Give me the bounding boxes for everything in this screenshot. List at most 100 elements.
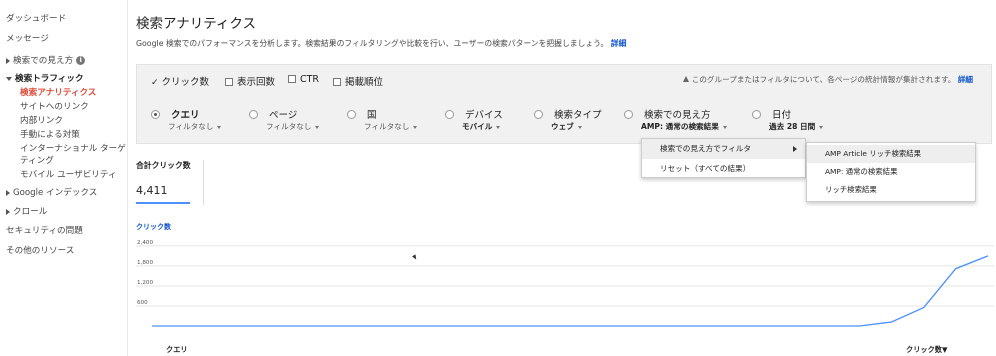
caret-down-icon [413,125,418,129]
checkbox-box [225,78,233,86]
dimension-page[interactable]: ページ フィルタなし [249,103,320,131]
sidebar-item-search-analytics[interactable]: 検索アナリティクス [20,86,96,98]
submenu-item-amp-normal[interactable]: AMP: 通常の検索結果 [807,163,975,181]
dropdown-value: 過去 28 日間 [769,122,816,131]
table-header-clicks[interactable]: クリック数▼ [906,345,947,355]
menu-item-reset[interactable]: リセット（すべての結果） [642,159,805,179]
caret-down-icon [819,125,824,129]
dropdown-value: フィルタなし [364,122,410,131]
clicks-line-chart: 2,400 1,800 1,200 600 [136,240,994,327]
sidebar-item-intl-targeting[interactable]: インターナショナル ターゲ [20,142,126,154]
sidebar-item-intl-targeting-cont[interactable]: ティング [20,154,54,166]
info-icon[interactable]: i [76,56,86,65]
dimension-filter-dropdown[interactable]: フィルタなし [266,121,320,132]
menu-item-label: リセット（すべての結果） [660,164,751,173]
dropdown-value: ウェブ [551,122,574,131]
dimension-label: ページ [269,110,298,121]
sidebar-item-manual-actions[interactable]: 手動による対策 [20,128,80,140]
dimension-filter-dropdown[interactable]: 過去 28 日間 [769,121,824,132]
dimension-search-type[interactable]: 検索タイプ ウェブ [534,103,602,131]
caret-down-icon [217,125,222,129]
caret-down-icon [315,125,320,129]
dropdown-value: フィルタなし [168,122,214,131]
page-title: 検索アナリティクス [136,16,257,32]
dimension-query[interactable]: クエリ フィルタなし [151,103,222,131]
y-tick-label: 600 [137,300,148,306]
sidebar-item-label: Google インデックス [13,188,98,198]
checkbox-box [288,75,296,83]
dimension-date[interactable]: 日付 過去 28 日間 [752,103,824,131]
sidebar-item-search-traffic[interactable]: 検索トラフィック [6,72,84,84]
sidebar-item-mobile-usability[interactable]: モバイル ユーザビリティ [20,168,117,180]
checkbox-box [333,78,341,86]
chart-series-label: クリック数 [136,223,171,231]
dimension-filter-dropdown[interactable]: フィルタなし [168,121,222,132]
total-clicks-value: 4,411 [136,184,168,197]
sidebar-item-dashboard[interactable]: ダッシュボード [6,12,66,24]
caret-down-icon [722,125,727,129]
radio-button[interactable] [249,110,258,119]
clicks-checkbox[interactable]: ✓ クリック数 [151,74,209,88]
dimension-filter-dropdown[interactable]: フィルタなし [364,121,418,132]
sidebar-item-label: クロール [13,207,48,217]
sidebar-item-crawl[interactable]: クロール [6,205,47,217]
radio-button[interactable] [445,110,454,119]
sidebar: ダッシュボード メッセージ 検索での見え方 i 検索トラフィック 検索アナリティク… [0,0,128,356]
details-link[interactable]: 詳細 [611,39,627,48]
menu-item-filter-by-appearance[interactable]: 検索での見え方でフィルタ [642,139,805,159]
notice-text: このグループまたはフィルタについて、各ページの統計情報が集計されます。 [691,75,956,84]
dimension-country[interactable]: 国 フィルタなし [347,103,418,131]
sidebar-item-other-resources[interactable]: その他のリソース [6,244,74,256]
dimension-label: 検索タイプ [554,110,602,121]
dimension-filter-dropdown[interactable]: モバイル [462,121,501,132]
sidebar-item-label: 検索トラフィック [15,74,84,84]
dimension-label: クエリ [171,110,200,121]
radio-button[interactable] [151,110,160,119]
y-tick-label: 1,800 [137,260,153,266]
table-header-query[interactable]: クエリ [166,345,188,355]
notice-details-link[interactable]: 詳細 [958,75,973,84]
impressions-checkbox[interactable]: 表示回数 [225,74,275,88]
page-description: Google 検索でのパフォーマンスを分析します。検索結果のフィルタリングや比較… [136,38,626,49]
description-text: Google 検索でのパフォーマンスを分析します。検索結果のフィルタリングや比較… [136,39,609,48]
radio-button[interactable] [752,110,761,119]
checkbox-label: 表示回数 [237,77,276,88]
submenu-item-amp-rich[interactable]: AMP Article リッチ検索結果 [807,145,975,163]
submenu-arrow-icon [793,146,797,152]
dimension-label: 検索での見え方 [644,110,711,121]
dropdown-value: モバイル [462,122,493,131]
radio-button[interactable] [624,110,633,119]
checkbox-label: CTR [300,74,320,85]
total-clicks-label: 合計クリック数 [136,161,191,170]
sidebar-item-label: 検索での見え方 [13,56,74,66]
sidebar-item-links-to-site[interactable]: サイトへのリンク [20,100,89,112]
menu-item-label: 検索での見え方でフィルタ [660,144,751,153]
ctr-checkbox[interactable]: CTR [288,74,319,85]
sidebar-item-internal-links[interactable]: 内部リンク [20,114,63,126]
appearance-filter-menu: 検索での見え方でフィルタ リセット（すべての結果） [641,138,806,178]
radio-button[interactable] [347,110,356,119]
dropdown-value: フィルタなし [266,122,312,131]
caret-down-icon [496,125,501,129]
y-tick-label: 1,200 [137,280,153,286]
dimension-filter-dropdown[interactable]: ウェブ [551,121,582,132]
position-checkbox[interactable]: 掲載順位 [333,74,383,88]
sidebar-item-messages[interactable]: メッセージ [6,32,49,44]
sidebar-item-security-issues[interactable]: セキュリティの問題 [6,224,83,236]
appearance-submenu: AMP Article リッチ検索結果 AMP: 通常の検索結果 リッチ検索結果 [806,142,976,202]
total-clicks-card[interactable]: 合計クリック数 4,411 [136,160,204,205]
radio-button[interactable] [534,110,543,119]
submenu-item-rich[interactable]: リッチ検索結果 [807,181,975,199]
expand-arrow-icon [6,189,10,196]
collapse-arrow-icon [6,76,12,81]
expand-arrow-icon [6,57,10,64]
dimension-search-appearance[interactable]: 検索での見え方 AMP: 通常の検索結果 [624,103,727,131]
checkmark-icon: ✓ [151,78,159,88]
sidebar-item-google-index[interactable]: Google インデックス [6,186,97,198]
sidebar-item-search-appearance[interactable]: 検索での見え方 i [6,54,86,66]
aggregation-notice: このグループまたはフィルタについて、各ページの統計情報が集計されます。 詳細 [682,74,973,85]
total-clicks-color-bar [136,202,190,204]
filter-panel: ✓ クリック数 表示回数 CTR 掲載順位 このグループまたはフィルタについて、各… [136,64,992,144]
dimension-filter-dropdown[interactable]: AMP: 通常の検索結果 [641,121,727,132]
dimension-device[interactable]: デバイス モバイル [445,103,503,131]
